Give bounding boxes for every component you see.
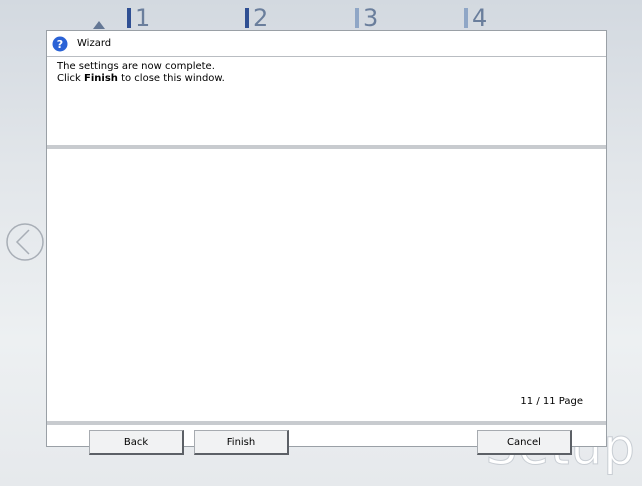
- dialog-footer: Back Finish Cancel: [47, 425, 606, 473]
- message-line-2: Click Finish to close this window.: [57, 73, 225, 84]
- question-circle-icon: ?: [52, 36, 68, 52]
- wizard-dialog: ? Wizard The settings are now complete. …: [46, 30, 607, 455]
- back-button[interactable]: Back: [89, 430, 184, 455]
- message-line-1: The settings are now complete.: [57, 61, 215, 72]
- step-4: 4: [464, 4, 487, 32]
- dialog-titlebar: ? Wizard: [47, 31, 606, 57]
- dialog-title: Wizard: [77, 38, 112, 49]
- dialog-message: The settings are now complete. Click Fin…: [47, 57, 606, 145]
- step-2: 2: [245, 4, 268, 32]
- page-indicator: 11 / 11 Page: [520, 396, 583, 407]
- dialog-content: 11 / 11 Page: [47, 149, 606, 421]
- finish-emphasis: Finish: [84, 73, 118, 84]
- arrow-up-icon: [93, 21, 105, 29]
- step-3: 3: [355, 4, 378, 32]
- svg-text:?: ?: [57, 38, 63, 51]
- cancel-button[interactable]: Cancel: [477, 430, 572, 455]
- setup-steps: 1 2 3 4: [0, 0, 642, 32]
- circle-chevron-left-icon[interactable]: [5, 222, 45, 262]
- finish-button[interactable]: Finish: [194, 430, 289, 455]
- step-1: 1: [127, 4, 150, 32]
